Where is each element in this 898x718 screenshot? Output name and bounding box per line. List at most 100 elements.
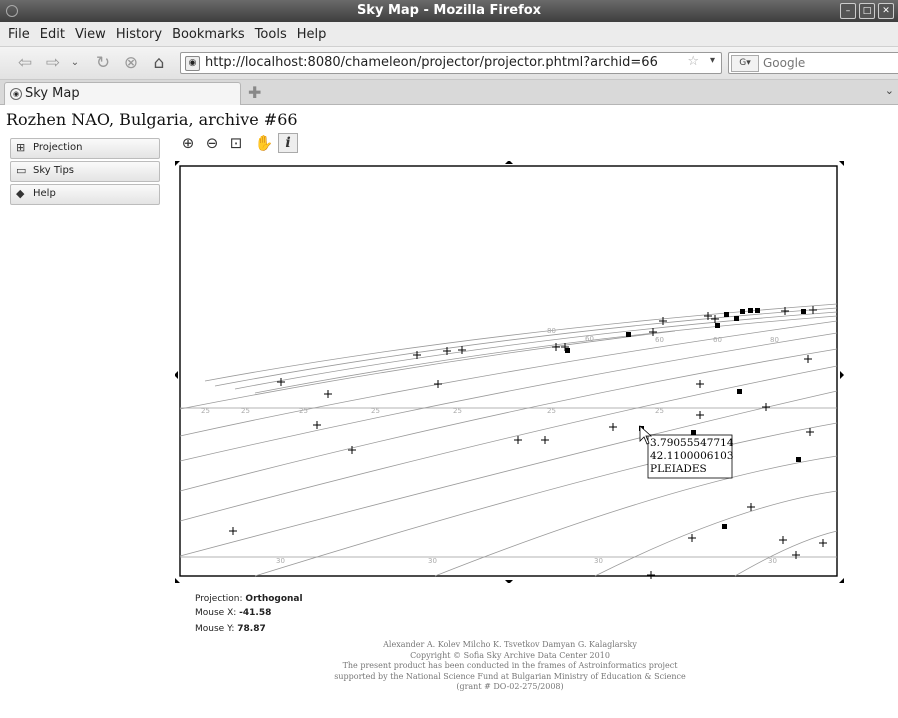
catalog-object [740,309,745,314]
object-tooltip: 3.79055547714 42.1100006103 PLEIADES [647,434,734,479]
tooltip-ra: 3.79055547714 [650,437,734,449]
handle-bottom-left-icon [175,578,180,583]
mouse-x-readout-label: Mouse X: [195,608,237,618]
sidebar-item-label: Projection [33,142,83,153]
catalog-object [715,323,720,328]
map-border [179,165,838,577]
tab-sky-map[interactable]: ◉ Sky Map [4,82,241,105]
maximize-button[interactable]: □ [859,3,875,19]
grid-label-2: 60 [585,335,594,343]
search-input[interactable] [761,54,885,72]
footer-project: The present product has been conducted i… [342,661,678,670]
search-engine-icon[interactable]: G▾ [731,55,759,72]
grid-label-8: 25 [299,407,308,415]
grid-label-5: 80 [770,336,779,344]
grid-label-9: 25 [371,407,380,415]
sidebar-item-projection[interactable]: ⊞ Projection [10,138,160,159]
zoom-out-icon[interactable]: ⊖ [202,133,222,153]
catalog-object [691,430,696,435]
zoom-extent-icon[interactable]: ⊡ [226,133,246,153]
sky-map[interactable]: 80 60 60 60 80 25 25 25 25 25 25 25 30 3… [174,160,844,584]
menu-history[interactable]: History [116,27,162,42]
grid-label-7: 25 [241,407,250,415]
grid-label-3: 60 [655,336,664,344]
grid-label-1: 80 [547,327,556,335]
catalog-object [734,316,739,321]
mouse-y-readout-value: 78.87 [237,624,266,634]
mouse-x-readout: Mouse X: -41.58 [195,608,271,618]
handle-top-right-icon [839,161,844,166]
search-bar[interactable]: G▾ [728,52,898,74]
tooltip-name: PLEIADES [650,463,707,475]
footer-funding: supported by the National Science Fund a… [334,671,686,681]
page-footer: Alexander A. Kolev Milcho K. Tsvetkov Da… [300,640,720,693]
help-book-icon: ◆ [16,187,25,200]
sidebar-item-label: Sky Tips [33,165,75,176]
window-titlebar: Sky Map - Mozilla Firefox – □ ✕ [0,0,898,22]
address-bar[interactable]: ◉ http://localhost:8080/chameleon/projec… [180,52,722,74]
close-window-button[interactable]: ✕ [878,3,894,19]
grid-label-4: 60 [713,336,722,344]
minimize-button[interactable]: – [840,3,856,19]
sidebar-item-help[interactable]: ◆ Help [10,184,160,205]
grid-label-13: 30 [276,557,285,565]
pan-north-icon [505,160,513,164]
pan-hand-icon[interactable]: ✋ [254,133,274,153]
pan-south-icon [505,580,513,584]
catalog-object [755,308,760,313]
footer-copyright: Copyright © Sofia Sky Archive Data Cente… [410,650,610,660]
handle-bottom-right-icon [839,578,844,583]
forward-icon[interactable]: ⇨ [42,53,64,73]
mouse-x-readout-value: -41.58 [239,608,272,618]
site-identity-icon[interactable]: ◉ [185,56,200,71]
handle-top-left-icon [175,161,180,166]
url-text[interactable]: http://localhost:8080/chameleon/projecto… [205,55,658,70]
tab-label: Sky Map [25,86,80,101]
pan-west-icon [174,371,178,379]
sidebar-item-sky-tips[interactable]: ▭ Sky Tips [10,161,160,182]
page-title: Rozhen NAO, Bulgaria, archive #66 [6,110,298,129]
sidebar-item-label: Help [33,188,56,199]
menu-file[interactable]: File [8,27,30,42]
grid-label-12: 25 [655,407,664,415]
menu-view[interactable]: View [75,27,106,42]
grid-label-10: 25 [453,407,462,415]
catalog-object [565,348,570,353]
footer-grant: (grant # DO-02-275/2008) [456,682,564,691]
tab-list-icon[interactable]: ⌄ [885,84,894,97]
catalog-object [626,332,631,337]
footer-authors: Alexander A. Kolev Milcho K. Tsvetkov Da… [383,640,637,649]
globe-icon: ⊞ [16,141,26,154]
history-dropdown-icon[interactable]: ⌄ [64,53,86,73]
catalog-object [748,308,753,313]
menu-edit[interactable]: Edit [40,27,65,42]
url-dropdown-icon[interactable]: ▾ [710,55,715,66]
catalog-object [796,457,801,462]
home-icon[interactable]: ⌂ [148,53,170,73]
menu-tools[interactable]: Tools [255,27,287,42]
page-favicon-icon: ◉ [10,88,22,100]
bookmark-star-icon[interactable]: ☆ [687,54,699,69]
menu-bookmarks[interactable]: Bookmarks [172,27,245,42]
catalog-object [801,309,806,314]
menu-help[interactable]: Help [297,27,327,42]
grid-label-16: 30 [768,557,777,565]
window-title: Sky Map - Mozilla Firefox [356,3,542,18]
projection-readout-label: Projection: [195,594,243,604]
navigation-toolbar: ⇦ ⇨ ⌄ ↻ ⊗ ⌂ ◉ http://localhost:8080/cham… [0,47,898,80]
pan-east-icon [840,371,844,379]
catalog-object [724,312,729,317]
info-tool-button[interactable]: i [278,133,298,153]
reload-icon[interactable]: ↻ [92,53,114,73]
catalog-object [737,389,742,394]
stop-icon[interactable]: ⊗ [120,53,142,73]
projection-readout: Projection: Orthogonal [195,594,303,604]
grid-label-15: 30 [594,557,603,565]
grid-label-11: 25 [547,407,556,415]
projection-readout-value: Orthogonal [245,594,303,604]
back-icon[interactable]: ⇦ [14,53,36,73]
grid-label-6: 25 [201,407,210,415]
new-tab-icon[interactable]: ✚ [248,83,261,102]
zoom-in-icon[interactable]: ⊕ [178,133,198,153]
tab-strip: ◉ Sky Map ✚ ⌄ [0,80,898,105]
